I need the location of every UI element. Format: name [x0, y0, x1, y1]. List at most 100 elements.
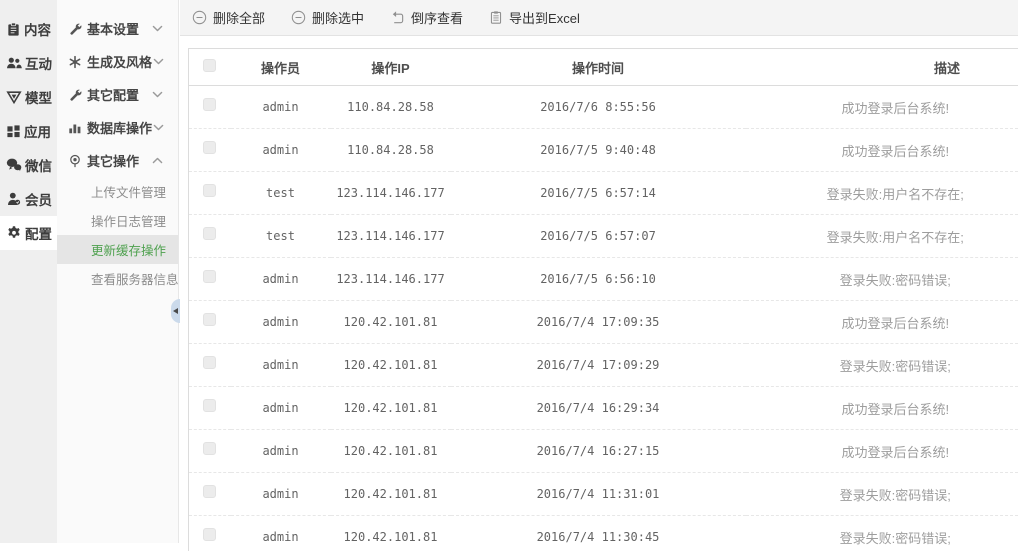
sidebar-item-application[interactable]: 应用: [0, 114, 57, 148]
checkbox-cell: [189, 215, 231, 258]
submenu-item-update-cache[interactable]: 更新缓存操作: [57, 235, 178, 264]
sidebar-item-content[interactable]: 内容: [0, 12, 57, 46]
sidebar-item-model[interactable]: 模型: [0, 80, 57, 114]
chevron-down-icon: [151, 22, 164, 35]
sidebar-item-label: 模型: [25, 87, 52, 107]
sidebar-item-label: 互动: [25, 53, 52, 73]
row-checkbox[interactable]: [203, 184, 216, 197]
row-checkbox[interactable]: [203, 313, 216, 326]
location-pin-icon: [68, 154, 82, 168]
row-checkbox[interactable]: [203, 270, 216, 283]
wrench-icon: [68, 22, 82, 36]
operator-cell: admin: [231, 430, 331, 473]
ip-cell: 123.114.146.177: [331, 172, 451, 215]
checkbox-cell: [189, 344, 231, 387]
ip-cell: 120.42.101.81: [331, 301, 451, 344]
sidebar-item-interaction[interactable]: 互动: [0, 46, 57, 80]
delete-selected-button[interactable]: 删除选中: [291, 8, 364, 27]
operator-cell: admin: [231, 344, 331, 387]
operation-log-table: 操作员操作IP操作时间描述 admin110.84.28.582016/7/6 …: [188, 48, 1018, 551]
delete-all-button[interactable]: 删除全部: [192, 8, 265, 27]
operator-cell: admin: [231, 301, 331, 344]
checkbox-cell: [189, 301, 231, 344]
operator-cell: admin: [231, 516, 331, 551]
ip-cell: 110.84.28.58: [331, 129, 451, 172]
menu-item-other-ops[interactable]: 其它操作: [57, 144, 178, 177]
toolbar-button-label: 删除全部: [213, 8, 265, 27]
column-header-time: 操作时间: [451, 49, 746, 86]
sidebar-item-label: 会员: [25, 189, 52, 209]
wechat-icon: [6, 157, 22, 173]
sidebar-item-wechat[interactable]: 微信: [0, 148, 57, 182]
wrench-icon: [68, 88, 82, 102]
ip-cell: 110.84.28.58: [331, 86, 451, 129]
checkbox-cell: [189, 430, 231, 473]
operator-cell: test: [231, 172, 331, 215]
ip-cell: 120.42.101.81: [331, 516, 451, 551]
reverse-order-icon: [390, 10, 405, 25]
table-row: admin120.42.101.812016/7/4 16:27:15成功登录后…: [189, 430, 1018, 473]
time-cell: 2016/7/5 6:57:07: [451, 215, 746, 258]
row-checkbox[interactable]: [203, 356, 216, 369]
chart-bars-icon: [68, 121, 82, 135]
checkbox-cell: [189, 258, 231, 301]
description-cell: 成功登录后台系统!: [746, 129, 1018, 172]
export-excel-button[interactable]: 导出到Excel: [489, 8, 580, 27]
description-cell: 成功登录后台系统!: [746, 430, 1018, 473]
checkbox-cell: [189, 86, 231, 129]
menu-item-label: 基本设置: [87, 19, 139, 38]
menu-item-basic-settings[interactable]: 基本设置: [57, 12, 178, 45]
minus-circle-icon: [192, 10, 207, 25]
users-icon: [6, 55, 22, 71]
table-row: test123.114.146.1772016/7/5 6:57:14登录失败:…: [189, 172, 1018, 215]
primary-sidebar: 内容互动模型应用微信会员配置: [0, 0, 57, 543]
sidebar-item-label: 应用: [24, 121, 51, 141]
menu-item-database-ops[interactable]: 数据库操作: [57, 111, 178, 144]
submenu-item-operation-log-mgmt[interactable]: 操作日志管理: [57, 206, 178, 235]
chevron-down-icon: [152, 121, 165, 134]
description-cell: 登录失败:用户名不存在;: [746, 172, 1018, 215]
operator-cell: admin: [231, 129, 331, 172]
toolbar: 删除全部 删除选中 倒序查看 导出到Excel: [180, 0, 1018, 36]
collapse-arrow-icon: [173, 308, 178, 314]
table-header: 操作员操作IP操作时间描述: [189, 49, 1018, 86]
time-cell: 2016/7/6 8:55:56: [451, 86, 746, 129]
description-cell: 登录失败:密码错误;: [746, 473, 1018, 516]
description-cell: 登录失败:密码错误;: [746, 516, 1018, 551]
funnel-icon: [6, 89, 22, 105]
menu-item-generate-style[interactable]: 生成及风格: [57, 45, 178, 78]
sidebar-item-member[interactable]: 会员: [0, 182, 57, 216]
row-checkbox[interactable]: [203, 485, 216, 498]
table-row: admin120.42.101.812016/7/4 17:09:29登录失败:…: [189, 344, 1018, 387]
submenu-item-upload-file-mgmt[interactable]: 上传文件管理: [57, 177, 178, 206]
time-cell: 2016/7/4 16:29:34: [451, 387, 746, 430]
secondary-sidebar: 基本设置生成及风格其它配置数据库操作其它操作上传文件管理操作日志管理更新缓存操作…: [57, 0, 179, 543]
flower-icon: [68, 55, 82, 69]
time-cell: 2016/7/4 16:27:15: [451, 430, 746, 473]
row-checkbox[interactable]: [203, 227, 216, 240]
description-cell: 成功登录后台系统!: [746, 387, 1018, 430]
row-checkbox[interactable]: [203, 442, 216, 455]
row-checkbox[interactable]: [203, 141, 216, 154]
sidebar-item-config[interactable]: 配置: [0, 216, 57, 250]
export-document-icon: [489, 10, 503, 25]
table-row: admin120.42.101.812016/7/4 11:30:45登录失败:…: [189, 516, 1018, 551]
reverse-order-button[interactable]: 倒序查看: [390, 8, 463, 27]
select-all-checkbox[interactable]: [203, 59, 216, 72]
checkbox-cell: [189, 473, 231, 516]
checkbox-cell: [189, 172, 231, 215]
table-row: admin120.42.101.812016/7/4 17:09:35成功登录后…: [189, 301, 1018, 344]
collapse-sidebar-handle[interactable]: [171, 299, 180, 323]
checkbox-cell: [189, 516, 231, 551]
time-cell: 2016/7/5 6:57:14: [451, 172, 746, 215]
menu-item-other-config[interactable]: 其它配置: [57, 78, 178, 111]
submenu-item-view-server-info[interactable]: 查看服务器信息: [57, 264, 178, 293]
row-checkbox[interactable]: [203, 98, 216, 111]
time-cell: 2016/7/4 11:30:45: [451, 516, 746, 551]
row-checkbox[interactable]: [203, 528, 216, 541]
row-checkbox[interactable]: [203, 399, 216, 412]
toolbar-button-label: 倒序查看: [411, 8, 463, 27]
page: { "sidebar": { "items": [ { "id": "conte…: [0, 0, 1018, 551]
sidebar-item-label: 内容: [24, 19, 51, 39]
ip-cell: 123.114.146.177: [331, 215, 451, 258]
